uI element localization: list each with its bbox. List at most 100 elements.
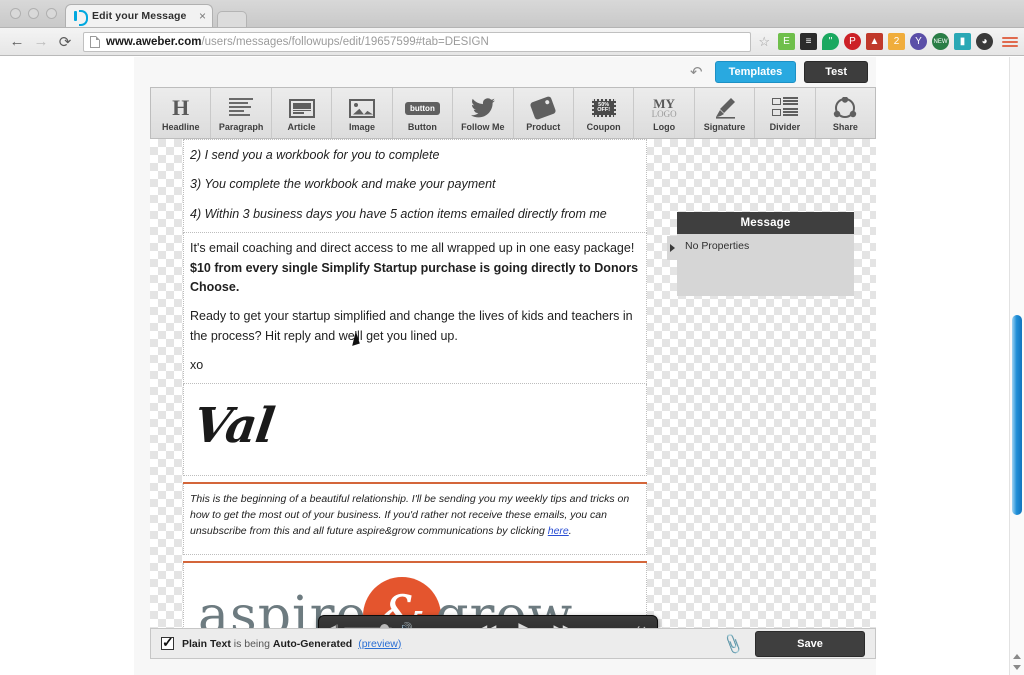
block-article[interactable]: Article xyxy=(272,88,333,138)
email-document: 2) I send you a workbook for you to comp… xyxy=(183,139,647,635)
panel-collapse-handle[interactable] xyxy=(667,236,677,260)
button-icon: button xyxy=(404,96,440,120)
email-canvas[interactable]: 2) I send you a workbook for you to comp… xyxy=(150,139,876,635)
block-headline[interactable]: H Headline xyxy=(151,88,212,138)
new-tab-button[interactable] xyxy=(217,11,247,27)
block-paragraph[interactable]: Paragraph xyxy=(211,88,272,138)
navigation-bar: ← → ⟳ www.aweber.com/users/messages/foll… xyxy=(0,28,1024,56)
browser-window: Edit your Message × ← → ⟳ www.aweber.com… xyxy=(0,0,1024,675)
pinterest-extension-icon[interactable]: P xyxy=(844,33,861,50)
list-item: 3) You complete the workbook and make yo… xyxy=(190,177,496,192)
block-divider[interactable]: Divider xyxy=(755,88,816,138)
block-follow-me[interactable]: Follow Me xyxy=(453,88,514,138)
page-viewport: ↶ Templates Test H Headline Paragraph Ar… xyxy=(0,57,1024,675)
bluebook-extension-icon[interactable]: ▮ xyxy=(954,33,971,50)
block-label: Logo xyxy=(653,122,676,132)
block-label: Article xyxy=(287,122,316,132)
url-host: www.aweber.com xyxy=(106,35,202,48)
unsubscribe-link[interactable]: here xyxy=(548,525,569,537)
email-block-list[interactable]: 2) I send you a workbook for you to comp… xyxy=(183,139,647,234)
block-product[interactable]: Product xyxy=(514,88,574,138)
yahoo-extension-icon[interactable]: Y xyxy=(910,33,927,50)
email-block-signature[interactable]: Val xyxy=(183,384,647,477)
article-icon xyxy=(288,96,315,120)
window-close-button[interactable] xyxy=(10,8,21,19)
block-label: Coupon xyxy=(586,122,621,132)
scrollbar-thumb[interactable] xyxy=(1012,315,1022,515)
tab-title: Edit your Message xyxy=(92,10,187,22)
block-label: Paragraph xyxy=(218,122,264,132)
reload-icon[interactable]: ⟳ xyxy=(54,31,76,53)
extensions-row: E ≡ " P ▲ 2 Y NEW ▮ ◕ xyxy=(776,33,1018,50)
body-line-1: It's email coaching and direct access to… xyxy=(190,241,635,256)
footer-text: This is the beginning of a beautiful rel… xyxy=(190,492,640,539)
url-path: /users/messages/followups/edit/19657599#… xyxy=(201,35,489,48)
undo-icon[interactable]: ↶ xyxy=(690,63,703,81)
properties-panel-body: No Properties xyxy=(677,234,854,296)
close-icon[interactable]: × xyxy=(199,10,206,22)
browser-tab-active[interactable]: Edit your Message × xyxy=(65,4,213,27)
attachment-icon[interactable]: 📎 xyxy=(722,632,746,655)
email-body-text: It's email coaching and direct access to… xyxy=(190,239,640,375)
plain-text-mid: is being xyxy=(230,637,273,650)
block-label: Button xyxy=(407,122,437,132)
body-bold-line: $10 from every single Simplify Startup p… xyxy=(190,260,639,294)
body-signoff: xo xyxy=(190,358,204,372)
window-maximize-button[interactable] xyxy=(46,8,57,19)
block-label: Image xyxy=(348,122,375,132)
test-button[interactable]: Test xyxy=(804,61,868,83)
page-scrollbar[interactable] xyxy=(1009,57,1024,675)
email-block-footer[interactable]: This is the beginning of a beautiful rel… xyxy=(183,484,647,555)
templates-button[interactable]: Templates xyxy=(714,61,797,83)
email-list-text: 2) I send you a workbook for you to comp… xyxy=(190,146,640,224)
new-badge-extension-icon[interactable]: NEW xyxy=(932,33,949,50)
bookmark-star-icon[interactable]: ☆ xyxy=(758,34,770,50)
block-image[interactable]: Image xyxy=(332,88,393,138)
block-toolbar: H Headline Paragraph Article Image butto… xyxy=(150,87,876,139)
save-button[interactable]: Save xyxy=(755,630,865,657)
block-coupon[interactable]: 50% OFF! Coupon xyxy=(574,88,635,138)
buffer-extension-icon[interactable]: ▲ xyxy=(866,33,883,50)
layers-extension-icon[interactable]: ≡ xyxy=(800,33,817,50)
hangouts-extension-icon[interactable]: " xyxy=(822,33,839,50)
pen-icon xyxy=(714,96,736,120)
properties-panel-title: Message xyxy=(677,212,854,234)
price-tag-icon xyxy=(529,95,557,121)
forward-icon[interactable]: → xyxy=(30,31,52,53)
plain-text-checkbox[interactable] xyxy=(161,634,174,651)
browser-menu-icon[interactable] xyxy=(1002,36,1018,47)
editor-topbar: ↶ Templates Test xyxy=(150,57,876,87)
tab-strip: Edit your Message × xyxy=(0,0,1024,28)
block-logo[interactable]: MY LOGO Logo xyxy=(634,88,695,138)
window-minimize-button[interactable] xyxy=(28,8,39,19)
evernote-extension-icon[interactable]: E xyxy=(778,33,795,50)
image-icon xyxy=(348,96,375,120)
scroll-up-arrow-icon[interactable] xyxy=(1013,654,1021,659)
back-icon[interactable]: ← xyxy=(6,31,28,53)
list-item: 4) Within 3 business days you have 5 act… xyxy=(190,206,607,221)
address-bar[interactable]: www.aweber.com/users/messages/followups/… xyxy=(83,31,752,52)
scroll-down-arrow-icon[interactable] xyxy=(1013,665,1021,670)
block-signature[interactable]: Signature xyxy=(695,88,756,138)
auto-generated-label: Auto-Generated xyxy=(272,637,353,650)
url-text: www.aweber.com/users/messages/followups/… xyxy=(106,36,489,48)
no-properties-text: No Properties xyxy=(685,240,750,252)
editor-bottom-bar: Plain Text is being Auto-Generated (prev… xyxy=(150,628,876,659)
block-button[interactable]: button Button xyxy=(393,88,454,138)
share-nodes-icon xyxy=(833,96,857,120)
headline-icon: H xyxy=(172,95,190,120)
block-label: Signature xyxy=(703,122,746,132)
block-label: Share xyxy=(832,122,858,132)
block-label: Product xyxy=(526,122,561,132)
aweber-favicon xyxy=(74,10,88,26)
email-block-body[interactable]: It's email coaching and direct access to… xyxy=(183,233,647,385)
preview-link[interactable]: (preview) xyxy=(358,638,401,650)
notes-extension-icon[interactable]: 2 xyxy=(888,33,905,50)
body-cta: Ready to get your startup simplified and… xyxy=(190,309,633,343)
block-share[interactable]: Share xyxy=(816,88,875,138)
footer-text-after: . xyxy=(568,524,572,537)
window-controls[interactable] xyxy=(0,8,57,27)
color-wheel-extension-icon[interactable]: ◕ xyxy=(976,33,993,50)
list-item: 2) I send you a workbook for you to comp… xyxy=(190,148,440,162)
page-document-icon xyxy=(90,35,100,48)
